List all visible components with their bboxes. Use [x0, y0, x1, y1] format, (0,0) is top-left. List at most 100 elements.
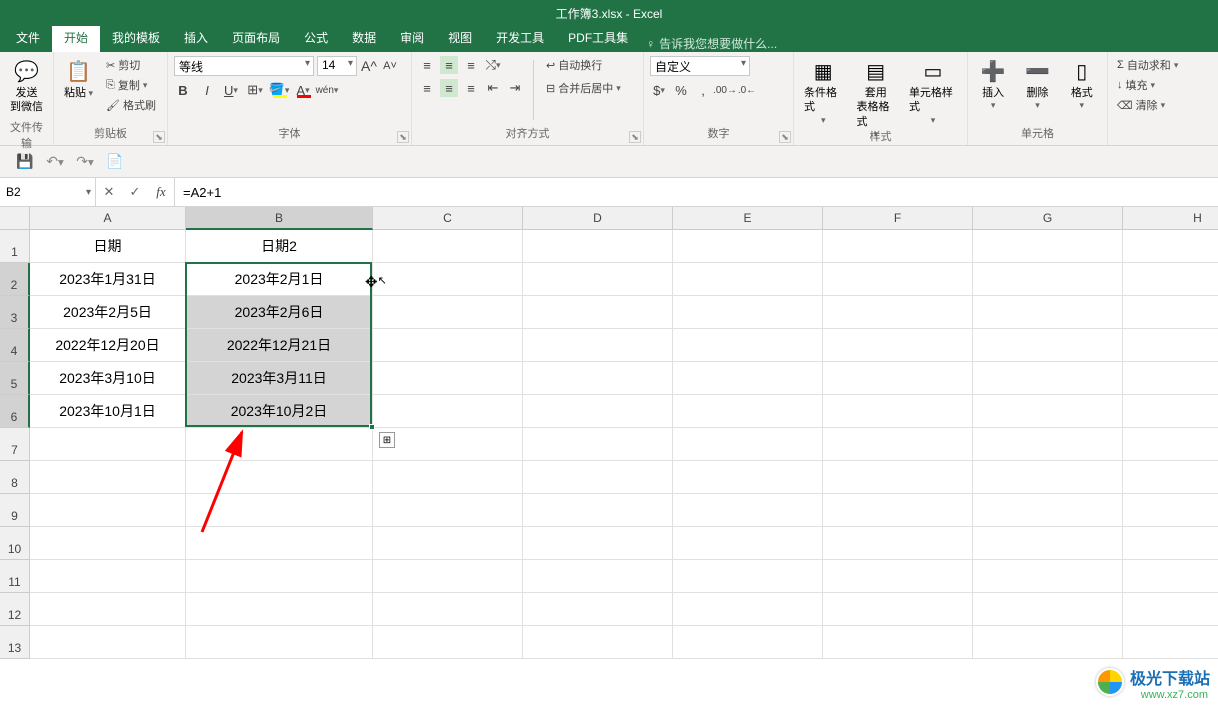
row-header-4[interactable]: 4 [0, 329, 30, 362]
cell-H1[interactable] [1123, 230, 1218, 263]
cell-A2[interactable]: 2023年1月31日 [30, 263, 186, 296]
autofill-options-button[interactable]: ⊞ [379, 432, 395, 448]
column-header-A[interactable]: A [30, 207, 186, 230]
row-header-12[interactable]: 12 [0, 593, 30, 626]
cell-F10[interactable] [823, 527, 973, 560]
cell-C13[interactable] [373, 626, 523, 659]
column-header-C[interactable]: C [373, 207, 523, 230]
row-header-2[interactable]: 2 [0, 263, 30, 296]
cell-H12[interactable] [1123, 593, 1218, 626]
cell-F11[interactable] [823, 560, 973, 593]
wrap-text-button[interactable]: ↩自动换行 [543, 56, 624, 74]
number-launcher[interactable]: ⬊ [779, 131, 791, 143]
cell-E8[interactable] [673, 461, 823, 494]
tab-pdf[interactable]: PDF工具集 [556, 24, 640, 52]
format-painter-button[interactable]: 🖌格式刷 [103, 96, 159, 114]
cell-H11[interactable] [1123, 560, 1218, 593]
tab-insert[interactable]: 插入 [172, 24, 220, 52]
cell-H4[interactable] [1123, 329, 1218, 362]
cell-C4[interactable] [373, 329, 523, 362]
cell-H5[interactable] [1123, 362, 1218, 395]
accounting-button[interactable]: $ [650, 81, 668, 99]
align-middle-button[interactable]: ≡ [440, 56, 458, 74]
cell-F2[interactable] [823, 263, 973, 296]
undo-button[interactable]: ↶▾ [44, 151, 66, 173]
tell-me[interactable]: ♀ 告诉我您想要做什么... [646, 35, 777, 52]
font-color-button[interactable]: A [294, 81, 312, 99]
cell-F3[interactable] [823, 296, 973, 329]
cell-F5[interactable] [823, 362, 973, 395]
tab-file[interactable]: 文件 [4, 24, 52, 52]
copy-button[interactable]: ⎘复制 [103, 76, 159, 94]
cell-B13[interactable] [186, 626, 373, 659]
cell-D11[interactable] [523, 560, 673, 593]
cell-B5[interactable]: 2023年3月11日 [186, 362, 373, 395]
cell-C1[interactable] [373, 230, 523, 263]
cell-A9[interactable] [30, 494, 186, 527]
cell-F12[interactable] [823, 593, 973, 626]
paste-button[interactable]: 📋 粘贴 [60, 56, 97, 102]
column-header-H[interactable]: H [1123, 207, 1218, 230]
bold-button[interactable]: B [174, 81, 192, 99]
cell-F6[interactable] [823, 395, 973, 428]
cell-D1[interactable] [523, 230, 673, 263]
cell-F7[interactable] [823, 428, 973, 461]
number-format-combo[interactable]: 自定义 [650, 56, 750, 76]
cell-G4[interactable] [973, 329, 1123, 362]
font-size-combo[interactable]: 14 [317, 56, 357, 76]
insert-cells-button[interactable]: ➕插入 [975, 56, 1011, 114]
row-header-10[interactable]: 10 [0, 527, 30, 560]
orientation-button[interactable]: ⤭ [484, 56, 502, 74]
cell-A8[interactable] [30, 461, 186, 494]
cell-D4[interactable] [523, 329, 673, 362]
row-header-11[interactable]: 11 [0, 560, 30, 593]
cancel-formula-button[interactable]: ✕ [96, 184, 122, 200]
phonetic-button[interactable]: wén [318, 81, 336, 99]
row-header-3[interactable]: 3 [0, 296, 30, 329]
cell-A1[interactable]: 日期 [30, 230, 186, 263]
cell-E3[interactable] [673, 296, 823, 329]
tab-page-layout[interactable]: 页面布局 [220, 24, 292, 52]
cell-B11[interactable] [186, 560, 373, 593]
cell-E13[interactable] [673, 626, 823, 659]
cell-A12[interactable] [30, 593, 186, 626]
cell-D5[interactable] [523, 362, 673, 395]
worksheet-grid[interactable]: ABCDEFGH 12345678910111213 日期日期22023年1月3… [0, 207, 1218, 687]
cell-H7[interactable] [1123, 428, 1218, 461]
cut-button[interactable]: ✂剪切 [103, 56, 159, 74]
cell-A7[interactable] [30, 428, 186, 461]
column-header-E[interactable]: E [673, 207, 823, 230]
align-right-button[interactable]: ≡ [462, 79, 480, 97]
row-header-9[interactable]: 9 [0, 494, 30, 527]
cell-D9[interactable] [523, 494, 673, 527]
cell-A11[interactable] [30, 560, 186, 593]
cell-styles-button[interactable]: ▭单元格样式 [905, 56, 961, 128]
cell-D12[interactable] [523, 593, 673, 626]
shrink-font-button[interactable]: A˅ [381, 57, 399, 75]
cell-D3[interactable] [523, 296, 673, 329]
name-box[interactable]: B2 [0, 178, 96, 206]
row-header-8[interactable]: 8 [0, 461, 30, 494]
cell-F8[interactable] [823, 461, 973, 494]
cell-G6[interactable] [973, 395, 1123, 428]
clear-button[interactable]: ⌫清除 [1114, 96, 1181, 114]
cell-A5[interactable]: 2023年3月10日 [30, 362, 186, 395]
tab-view[interactable]: 视图 [436, 24, 484, 52]
cell-C12[interactable] [373, 593, 523, 626]
formula-input[interactable]: =A2+1 [175, 178, 1218, 206]
cell-F4[interactable] [823, 329, 973, 362]
column-header-D[interactable]: D [523, 207, 673, 230]
cell-C2[interactable] [373, 263, 523, 296]
cell-H13[interactable] [1123, 626, 1218, 659]
cell-G2[interactable] [973, 263, 1123, 296]
clipboard-launcher[interactable]: ⬊ [153, 131, 165, 143]
cell-H8[interactable] [1123, 461, 1218, 494]
tab-formulas[interactable]: 公式 [292, 24, 340, 52]
cell-G7[interactable] [973, 428, 1123, 461]
italic-button[interactable]: I [198, 81, 216, 99]
cell-G3[interactable] [973, 296, 1123, 329]
cell-C10[interactable] [373, 527, 523, 560]
cell-G8[interactable] [973, 461, 1123, 494]
row-header-1[interactable]: 1 [0, 230, 30, 263]
cell-E10[interactable] [673, 527, 823, 560]
